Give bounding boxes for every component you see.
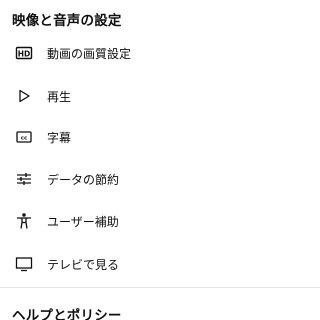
settings-item-label: ユーザー補助: [47, 214, 119, 229]
section-title-video-audio: 映像と音声の設定: [12, 13, 122, 29]
settings-item-captions[interactable]: cc 字幕: [0, 117, 320, 157]
settings-item-label: 再生: [47, 89, 72, 104]
hd-icon: HD: [15, 44, 33, 62]
accessibility-person-icon: [15, 212, 33, 230]
settings-item-watch-on-tv[interactable]: テレビで見る: [0, 244, 320, 284]
settings-item-playback[interactable]: 再生: [0, 76, 320, 116]
svg-text:HD: HD: [18, 49, 31, 58]
settings-item-data-saver[interactable]: データの節約: [0, 159, 320, 199]
sliders-icon: [15, 170, 33, 188]
closed-captions-icon: cc: [15, 128, 33, 146]
section-title-help-policy: ヘルプとポリシー: [12, 308, 122, 320]
svg-text:cc: cc: [21, 136, 28, 142]
settings-item-video-quality[interactable]: HD 動画の画質設定: [0, 33, 320, 73]
play-outline-icon: [15, 87, 33, 105]
settings-item-label: テレビで見る: [47, 257, 120, 272]
settings-item-label: 動画の画質設定: [47, 46, 132, 61]
tv-icon: [15, 255, 33, 273]
settings-item-accessibility[interactable]: ユーザー補助: [0, 201, 320, 241]
settings-item-label: データの節約: [47, 172, 120, 187]
settings-page: 映像と音声の設定 HD 動画の画質設定 再生 cc 字幕 データの節約 ユーザー…: [0, 0, 320, 320]
section-divider: [0, 287, 320, 288]
settings-item-label: 字幕: [47, 130, 72, 145]
